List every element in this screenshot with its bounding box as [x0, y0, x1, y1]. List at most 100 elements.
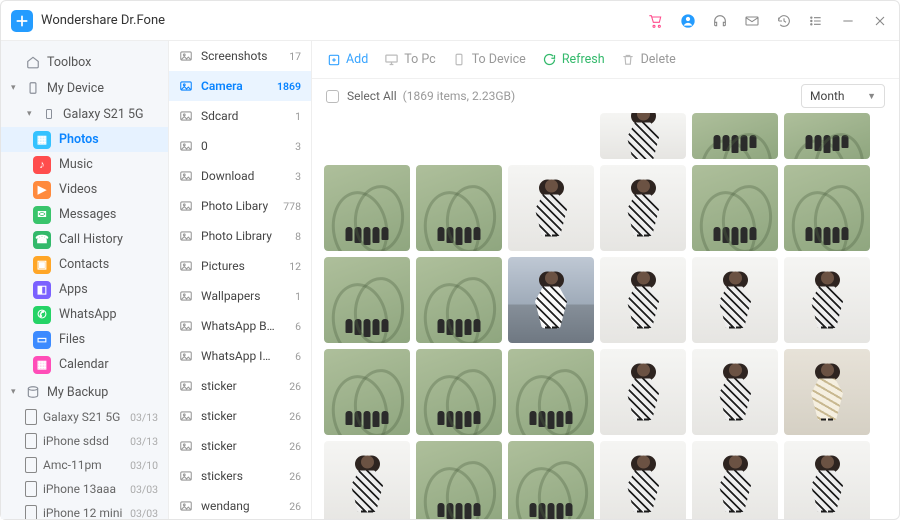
- thumbnail[interactable]: [784, 165, 870, 251]
- to-device-button[interactable]: To Device: [452, 52, 526, 67]
- folder-row[interactable]: Sdcard1: [169, 101, 311, 131]
- folder-row[interactable]: stickers26: [169, 461, 311, 491]
- sidebar-item-calendar[interactable]: ▦Calendar: [1, 352, 168, 377]
- phone-icon: [41, 106, 57, 122]
- folder-count: 17: [289, 50, 301, 63]
- thumbnail: [508, 113, 594, 159]
- backup-item[interactable]: iPhone sdsd03/13: [1, 429, 168, 453]
- delete-button[interactable]: Delete: [621, 52, 676, 67]
- thumbnail[interactable]: [692, 113, 778, 159]
- sidebar-toolbox[interactable]: Toolbox: [1, 49, 168, 75]
- cart-icon[interactable]: [647, 12, 665, 30]
- sidebar-item-whatsapp[interactable]: ✆WhatsApp: [1, 302, 168, 327]
- thumbnail[interactable]: [600, 113, 686, 159]
- sidebar-item-label: WhatsApp: [59, 307, 117, 322]
- backup-item[interactable]: iPhone 12 mini03/03: [1, 501, 168, 519]
- select-all-checkbox[interactable]: [326, 90, 339, 103]
- folder-list[interactable]: Screenshots17Camera1869Sdcard103Download…: [169, 41, 312, 519]
- sidebar-item-music[interactable]: ♪Music: [1, 152, 168, 177]
- backup-date: 03/13: [130, 435, 158, 448]
- thumbnail[interactable]: [600, 257, 686, 343]
- headset-icon[interactable]: [711, 12, 729, 30]
- thumbnail[interactable]: [784, 441, 870, 519]
- thumbnail[interactable]: [508, 165, 594, 251]
- sidebar-item-files[interactable]: ▭Files: [1, 327, 168, 352]
- thumbnail[interactable]: [600, 441, 686, 519]
- close-icon[interactable]: [871, 12, 889, 30]
- folder-row[interactable]: WhatsApp Busin...6: [169, 311, 311, 341]
- group-by-select[interactable]: Month ▼: [801, 84, 885, 108]
- to-pc-button[interactable]: To Pc: [384, 52, 435, 67]
- chevron-down-icon: ▼: [867, 91, 876, 102]
- history-icon[interactable]: [775, 12, 793, 30]
- thumbnail[interactable]: [692, 441, 778, 519]
- sidebar-item-call-history[interactable]: ☎ Call History: [1, 227, 168, 252]
- sidebar-item-apps[interactable]: ◧Apps: [1, 277, 168, 302]
- thumbnail[interactable]: [416, 165, 502, 251]
- folder-row[interactable]: Camera1869: [169, 71, 311, 101]
- folder-row[interactable]: Photo Library8: [169, 221, 311, 251]
- category-icon: ☎: [33, 231, 51, 249]
- thumbnail[interactable]: [692, 349, 778, 435]
- thumbnail[interactable]: [324, 257, 410, 343]
- thumbnail-grid[interactable]: [312, 113, 899, 519]
- sidebar-item-videos[interactable]: ▶Videos: [1, 177, 168, 202]
- thumbnail[interactable]: [600, 349, 686, 435]
- sidebar: Toolbox ▾ My Device ▾ Galaxy S21 5G ▦Pho…: [1, 41, 169, 519]
- picture-icon: [179, 79, 193, 93]
- thumbnail[interactable]: [692, 165, 778, 251]
- sidebar-item-photos[interactable]: ▦Photos: [1, 127, 168, 152]
- home-icon: [25, 54, 41, 70]
- folder-row[interactable]: sticker26: [169, 401, 311, 431]
- folder-row[interactable]: Download3: [169, 161, 311, 191]
- thumbnail[interactable]: [508, 441, 594, 519]
- thumbnail[interactable]: [416, 349, 502, 435]
- thumbnail[interactable]: [692, 257, 778, 343]
- backup-item[interactable]: Galaxy S21 5G03/13: [1, 405, 168, 429]
- sidebar-my-backup[interactable]: ▾ My Backup: [1, 379, 168, 405]
- backup-item[interactable]: iPhone 13aaa03/03: [1, 477, 168, 501]
- thumbnail[interactable]: [324, 349, 410, 435]
- folder-count: 1869: [277, 80, 301, 93]
- user-icon[interactable]: [679, 12, 697, 30]
- sidebar-device-galaxy[interactable]: ▾ Galaxy S21 5G: [1, 101, 168, 127]
- sidebar-item-label: Apps: [59, 282, 88, 297]
- folder-row[interactable]: sticker26: [169, 371, 311, 401]
- folder-row[interactable]: WhatsApp Images6: [169, 341, 311, 371]
- sidebar-my-device[interactable]: ▾ My Device: [1, 75, 168, 101]
- thumbnail[interactable]: [600, 165, 686, 251]
- thumbnail[interactable]: [508, 257, 594, 343]
- sidebar-toolbox-label: Toolbox: [47, 55, 91, 70]
- category-icon: ▦: [33, 356, 51, 374]
- sidebar-item-label: Call History: [59, 232, 123, 247]
- minimize-icon[interactable]: [839, 12, 857, 30]
- add-button[interactable]: Add: [326, 52, 368, 67]
- thumbnail[interactable]: [416, 441, 502, 519]
- folder-row[interactable]: sticker26: [169, 431, 311, 461]
- thumbnail[interactable]: [784, 113, 870, 159]
- folder-label: Photo Libary: [201, 199, 268, 213]
- thumbnail[interactable]: [416, 257, 502, 343]
- folder-row[interactable]: Screenshots17: [169, 41, 311, 71]
- list-icon[interactable]: [807, 12, 825, 30]
- sidebar-item-messages[interactable]: ✉Messages: [1, 202, 168, 227]
- folder-row[interactable]: Photo Libary778: [169, 191, 311, 221]
- picture-icon: [179, 349, 193, 363]
- thumbnail[interactable]: [324, 441, 410, 519]
- sidebar-item-label: Videos: [59, 182, 97, 197]
- thumbnail[interactable]: [784, 349, 870, 435]
- refresh-button[interactable]: Refresh: [542, 52, 605, 67]
- main-panel: Add To Pc To Device Refresh Delete Selec…: [312, 41, 899, 519]
- folder-row[interactable]: wendang26: [169, 491, 311, 519]
- thumbnail[interactable]: [508, 349, 594, 435]
- folder-row[interactable]: Wallpapers1: [169, 281, 311, 311]
- mail-icon[interactable]: [743, 12, 761, 30]
- folder-row[interactable]: 03: [169, 131, 311, 161]
- thumbnail[interactable]: [784, 257, 870, 343]
- sidebar-item-contacts[interactable]: ▣Contacts: [1, 252, 168, 277]
- thumbnail[interactable]: [324, 165, 410, 251]
- backup-item[interactable]: Amc-11pm03/10: [1, 453, 168, 477]
- sidebar-item-label: Messages: [59, 207, 116, 222]
- picture-icon: [179, 319, 193, 333]
- folder-row[interactable]: Pictures12: [169, 251, 311, 281]
